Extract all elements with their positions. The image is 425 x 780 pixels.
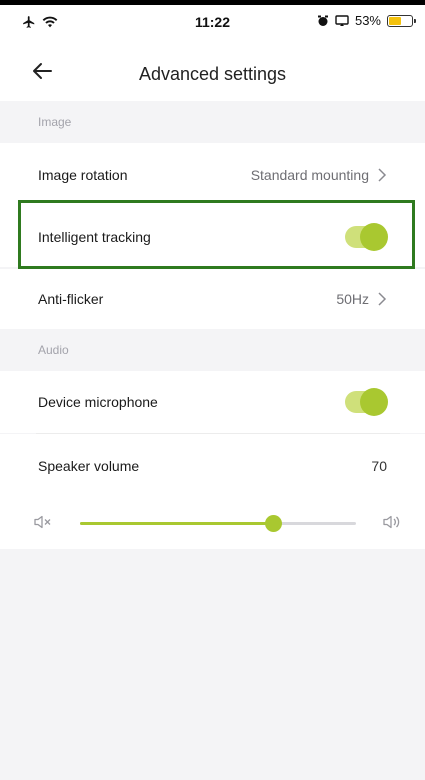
alarm-icon — [317, 15, 328, 26]
intelligent-tracking-toggle[interactable] — [345, 223, 388, 251]
screen-mirror-icon — [335, 14, 349, 26]
setting-anti-flicker[interactable]: Anti-flicker 50Hz — [0, 269, 425, 329]
section-header-audio: Audio — [0, 329, 425, 371]
volume-mute-icon[interactable] — [32, 512, 52, 532]
setting-speaker-volume: Speaker volume 70 — [0, 434, 425, 497]
toggle-knob — [360, 223, 388, 251]
battery-fill — [389, 16, 401, 25]
image-rotation-value: Standard mounting — [250, 167, 369, 183]
volume-slider-fill — [80, 522, 274, 525]
volume-slider-thumb[interactable] — [265, 515, 283, 532]
setting-image-rotation[interactable]: Image rotation Standard mounting — [0, 143, 425, 207]
anti-flicker-value-group: 50Hz — [336, 291, 387, 307]
device-microphone-label: Device microphone — [38, 394, 158, 410]
status-bar: 11:22 53% — [0, 5, 425, 39]
setting-device-microphone: Device microphone — [0, 371, 425, 433]
anti-flicker-label: Anti-flicker — [38, 291, 104, 307]
nav-bar: Advanced settings — [0, 39, 425, 101]
speaker-volume-label: Speaker volume — [38, 457, 140, 474]
toggle-knob — [360, 388, 388, 416]
speaker-volume-value: 70 — [371, 457, 387, 474]
status-right-icons: 53% — [317, 13, 416, 28]
intelligent-tracking-label: Intelligent tracking — [38, 229, 151, 245]
volume-slider[interactable] — [80, 515, 356, 532]
battery-icon — [387, 14, 416, 27]
chevron-right-icon — [378, 168, 387, 182]
image-rotation-label: Image rotation — [38, 167, 128, 183]
volume-up-icon[interactable] — [382, 512, 402, 532]
battery-percent: 53% — [354, 13, 381, 28]
anti-flicker-value: 50Hz — [336, 291, 369, 307]
page-title: Advanced settings — [138, 64, 287, 84]
setting-intelligent-tracking: Intelligent tracking — [0, 207, 425, 267]
image-rotation-value-group: Standard mounting — [251, 167, 387, 183]
chevron-right-icon — [378, 292, 387, 306]
volume-slider-row — [0, 497, 425, 549]
section-header-image: Image — [0, 101, 425, 143]
device-microphone-toggle[interactable] — [345, 388, 388, 416]
